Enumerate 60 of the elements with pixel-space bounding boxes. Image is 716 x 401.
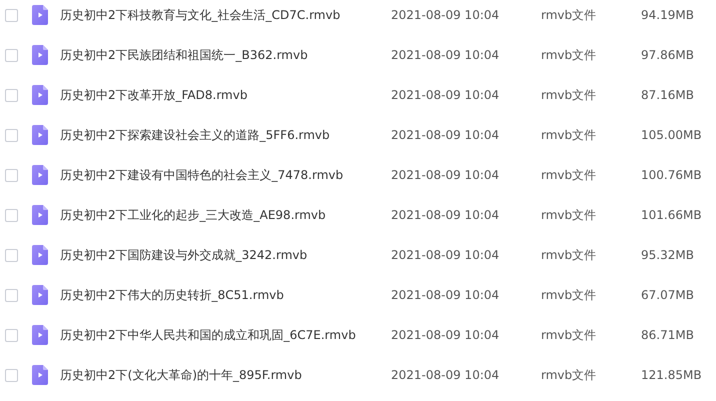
video-file-icon [32,5,48,25]
file-type: rmvb文件 [541,286,598,304]
checkbox[interactable] [5,8,18,22]
file-type: rmvb文件 [541,246,598,264]
checkbox[interactable] [5,368,18,382]
video-file-icon [32,45,48,65]
file-size: 86.71MB [641,328,694,342]
video-file-icon [32,205,48,225]
file-name[interactable]: 历史初中2下民族团结和祖国统一_B362.rmvb [60,46,391,64]
video-file-icon [32,325,48,345]
checkbox[interactable] [5,88,18,102]
file-name[interactable]: 历史初中2下探索建设社会主义的道路_5FF6.rmvb [60,126,391,144]
file-name[interactable]: 历史初中2下工业化的起步_三大改造_AE98.rmvb [60,206,391,224]
checkbox[interactable] [5,328,18,342]
modified-date: 2021-08-09 10:04 [391,128,500,142]
file-size: 97.86MB [641,48,694,62]
video-file-icon [32,165,48,185]
modified-date: 2021-08-09 10:04 [391,328,500,342]
checkbox[interactable] [5,128,18,142]
modified-date: 2021-08-09 10:04 [391,168,500,182]
checkbox[interactable] [5,168,18,182]
file-size: 67.07MB [641,288,694,302]
file-type: rmvb文件 [541,6,598,24]
video-file-icon [32,85,48,105]
checkbox[interactable] [5,248,18,262]
video-file-icon [32,125,48,145]
video-file-icon [32,245,48,265]
modified-date: 2021-08-09 10:04 [391,208,500,222]
file-name[interactable]: 历史初中2下国防建设与外交成就_3242.rmvb [60,246,391,264]
file-size: 100.76MB [641,168,702,182]
modified-date: 2021-08-09 10:04 [391,48,500,62]
file-type: rmvb文件 [541,126,598,144]
modified-date: 2021-08-09 10:04 [391,248,500,262]
file-size: 87.16MB [641,88,694,102]
video-file-icon [32,285,48,305]
checkbox[interactable] [5,288,18,302]
modified-date: 2021-08-09 10:04 [391,368,500,382]
file-name[interactable]: 历史初中2下(文化大革命)的十年_895F.rmvb [60,366,391,384]
file-size: 95.32MB [641,248,694,262]
file-name[interactable]: 历史初中2下改革开放_FAD8.rmvb [60,86,391,104]
file-type: rmvb文件 [541,86,598,104]
file-name[interactable]: 历史初中2下建设有中国特色的社会主义_7478.rmvb [60,166,391,184]
file-name[interactable]: 历史初中2下科技教育与文化_社会生活_CD7C.rmvb [60,6,391,24]
checkbox[interactable] [5,208,18,222]
modified-date: 2021-08-09 10:04 [391,288,500,302]
checkbox[interactable] [5,48,18,62]
modified-date: 2021-08-09 10:04 [391,8,500,22]
file-name[interactable]: 历史初中2下伟大的历史转折_8C51.rmvb [60,286,391,304]
file-type: rmvb文件 [541,366,598,384]
file-type: rmvb文件 [541,166,598,184]
file-size: 121.85MB [641,368,702,382]
video-file-icon [32,365,48,385]
file-type: rmvb文件 [541,206,598,224]
file-size: 105.00MB [641,128,702,142]
file-type: rmvb文件 [541,326,598,344]
file-size: 94.19MB [641,8,694,22]
file-size: 101.66MB [641,208,702,222]
file-name[interactable]: 历史初中2下中华人民共和国的成立和巩固_6C7E.rmvb [60,326,391,344]
file-type: rmvb文件 [541,46,598,64]
modified-date: 2021-08-09 10:04 [391,88,500,102]
